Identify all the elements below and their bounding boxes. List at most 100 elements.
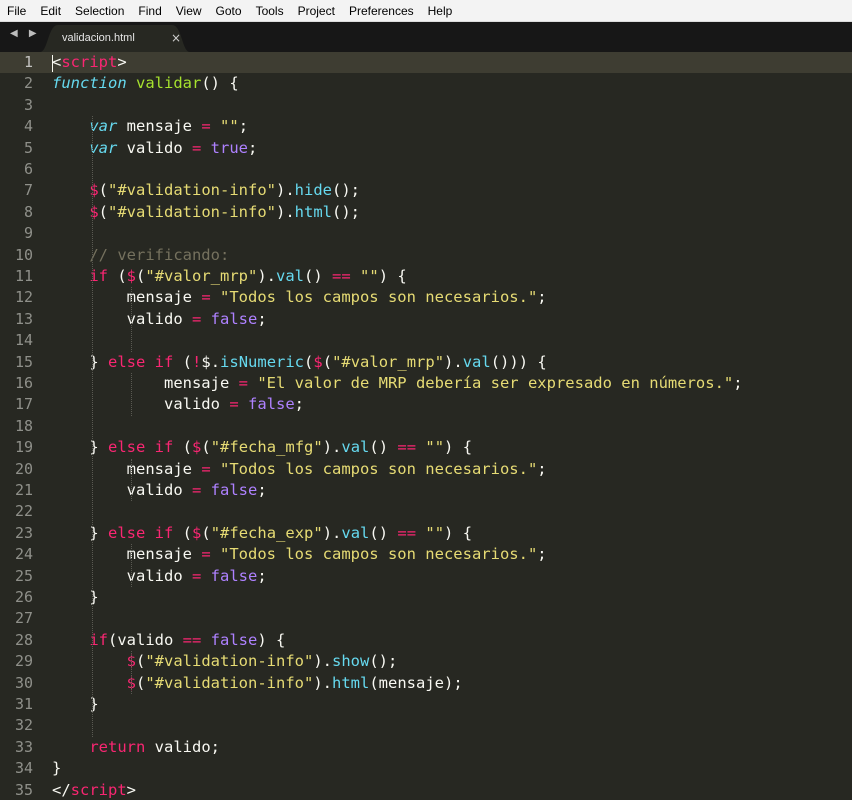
menu-item-preferences[interactable]: Preferences bbox=[342, 0, 421, 22]
code-token: ( bbox=[201, 438, 211, 457]
code-line[interactable]: 23 } else if ($("#fecha_exp").val() == "… bbox=[0, 523, 852, 544]
menu-item-find[interactable]: Find bbox=[131, 0, 168, 22]
code-token: validar bbox=[136, 74, 202, 93]
menu-item-file[interactable]: File bbox=[0, 0, 33, 22]
code-token: == bbox=[182, 630, 202, 649]
code-token: ). bbox=[257, 267, 277, 285]
code-token: "#valor_mrp" bbox=[332, 352, 445, 371]
menu-item-view[interactable]: View bbox=[169, 0, 209, 22]
code-line[interactable]: 25 valido = false; bbox=[0, 566, 852, 587]
code-token: false bbox=[210, 309, 258, 328]
code-token: hide bbox=[294, 181, 332, 200]
code-line[interactable]: 33 return valido; bbox=[0, 737, 852, 758]
code-line[interactable]: 18 bbox=[0, 416, 852, 437]
tab-nav-arrows-icon[interactable]: ◀ ▶ bbox=[10, 28, 41, 39]
code-line[interactable]: 11 if ($("#valor_mrp").val() == "") { bbox=[0, 266, 852, 287]
code-token: } bbox=[52, 352, 108, 371]
code-editor[interactable]: 1 <script> 2 function validar() {3 4 var men… bbox=[0, 52, 852, 800]
code-line[interactable]: 30 $("#validation-info").html(mensaje); bbox=[0, 673, 852, 694]
code-line[interactable]: 34} bbox=[0, 758, 852, 779]
code-token: $ bbox=[192, 438, 202, 457]
code-line[interactable]: 14 bbox=[0, 330, 852, 351]
code-line[interactable]: 21 valido = false; bbox=[0, 480, 852, 501]
code-line[interactable]: 35 </script> bbox=[0, 780, 852, 800]
code-token: valido bbox=[52, 566, 192, 585]
code-text: </script> bbox=[52, 780, 136, 800]
code-line[interactable]: 9 bbox=[0, 223, 852, 244]
code-text: $("#validation-info").show(); bbox=[52, 651, 398, 672]
code-text: valido = false; bbox=[52, 394, 304, 415]
code-token: isNumeric bbox=[220, 352, 305, 371]
code-line[interactable]: 13 valido = false; bbox=[0, 309, 852, 330]
code-token: ( bbox=[98, 181, 109, 200]
code-token: ; bbox=[257, 481, 267, 499]
code-token: "#valor_mrp" bbox=[145, 267, 258, 285]
code-token: ; bbox=[257, 309, 267, 328]
code-line[interactable]: 8 $("#validation-info").html(); bbox=[0, 202, 852, 223]
code-line[interactable]: 3 bbox=[0, 95, 852, 116]
code-line[interactable]: 5 var valido = true; bbox=[0, 138, 852, 159]
code-line[interactable]: 31 } bbox=[0, 694, 852, 715]
code-line[interactable]: 22 bbox=[0, 501, 852, 522]
menu-item-project[interactable]: Project bbox=[291, 0, 342, 22]
code-token: ). bbox=[276, 181, 295, 200]
code-token: ) { bbox=[257, 630, 286, 649]
code-line[interactable]: 10 // verificando: bbox=[0, 245, 852, 266]
code-line[interactable]: 12 mensaje = "Todos los campos son neces… bbox=[0, 287, 852, 308]
menu-item-edit[interactable]: Edit bbox=[33, 0, 68, 22]
code-line[interactable]: 26 } bbox=[0, 587, 852, 608]
code-line[interactable]: 1 <script> bbox=[0, 52, 852, 74]
code-token: ). bbox=[322, 438, 342, 457]
line-number: 24 bbox=[14, 545, 33, 564]
code-token: false bbox=[210, 630, 258, 649]
code-token: ; bbox=[238, 117, 249, 136]
menu-item-selection[interactable]: Selection bbox=[68, 0, 131, 22]
menu-item-tools[interactable]: Tools bbox=[249, 0, 291, 22]
code-line[interactable]: 16 mensaje = "El valor de MRP debería se… bbox=[0, 373, 852, 394]
code-token: == bbox=[332, 267, 351, 285]
code-token: "" bbox=[360, 267, 379, 285]
code-token: } bbox=[52, 523, 108, 542]
indent-guide bbox=[131, 544, 133, 587]
code-text: var valido = true; bbox=[52, 138, 257, 159]
code-line[interactable]: 19 } else if ($("#fecha_mfg").val() == "… bbox=[0, 437, 852, 458]
code-line[interactable]: 6 bbox=[0, 159, 852, 180]
code-line[interactable]: 20 mensaje = "Todos los campos son neces… bbox=[0, 459, 852, 480]
code-token: "Todos los campos son necesarios." bbox=[220, 288, 538, 307]
code-token: "" bbox=[425, 438, 445, 457]
code-token: val bbox=[341, 438, 370, 457]
tab-validacion[interactable]: validacion.html × bbox=[40, 25, 190, 52]
code-line[interactable]: 2 function validar() { bbox=[0, 73, 852, 94]
line-number: 18 bbox=[14, 416, 33, 435]
code-line[interactable]: 29 $("#validation-info").show(); bbox=[0, 651, 852, 672]
code-text: if(valido == false) { bbox=[52, 630, 285, 651]
code-line[interactable]: 27 bbox=[0, 608, 852, 629]
code-line[interactable]: 28 if(valido == false) { bbox=[0, 630, 852, 651]
code-line[interactable]: 15 } else if (!$.isNumeric($("#valor_mrp… bbox=[0, 352, 852, 373]
code-line[interactable]: 4 var mensaje = ""; bbox=[0, 116, 852, 137]
line-number: 2 bbox=[23, 74, 33, 93]
code-line[interactable]: 17 valido = false; bbox=[0, 394, 852, 415]
line-number: 17 bbox=[14, 395, 33, 414]
code-token: = bbox=[191, 138, 202, 157]
line-number: 7 bbox=[23, 181, 33, 200]
code-token: valido; bbox=[145, 737, 220, 756]
code-line[interactable]: 24 mensaje = "Todos los campos son neces… bbox=[0, 544, 852, 565]
code-line[interactable]: 32 bbox=[0, 715, 852, 736]
line-number: 31 bbox=[14, 695, 33, 713]
code-token: ! bbox=[192, 352, 202, 371]
menu-item-goto[interactable]: Goto bbox=[209, 0, 249, 22]
close-icon[interactable]: × bbox=[171, 31, 181, 45]
menu-item-help[interactable]: Help bbox=[421, 0, 460, 22]
code-token: ; bbox=[733, 374, 743, 392]
code-token: = bbox=[191, 309, 202, 328]
code-line[interactable]: 7 $("#validation-info").hide(); bbox=[0, 180, 852, 201]
